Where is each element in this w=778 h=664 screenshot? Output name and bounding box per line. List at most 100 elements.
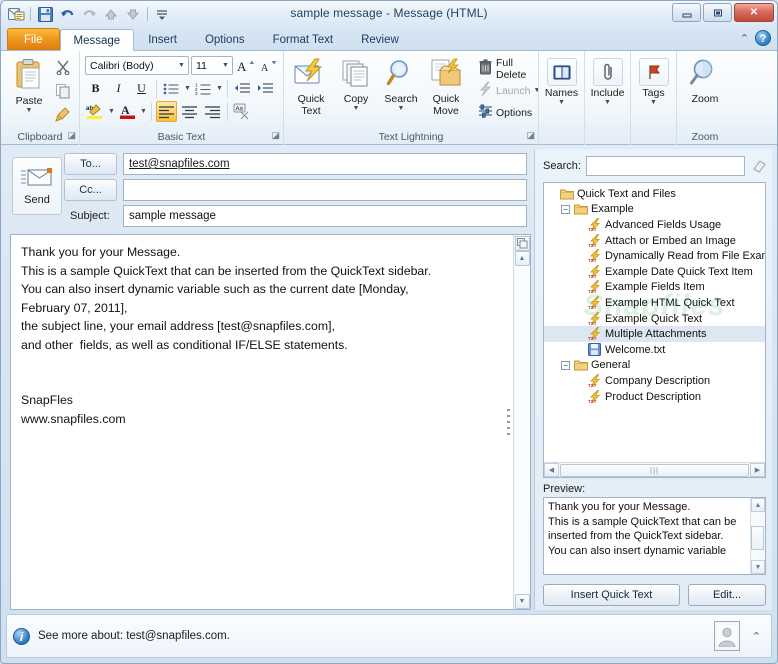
tree-expander-icon[interactable]: −: [561, 360, 570, 370]
tab-insert[interactable]: Insert: [134, 28, 191, 50]
copy-quicktext-button[interactable]: Copy ▼: [334, 55, 378, 115]
tree-item[interactable]: TXT Example HTML Quick Text: [544, 295, 765, 311]
contact-avatar[interactable]: [713, 621, 740, 651]
tree-item[interactable]: TXT Product Description: [544, 389, 765, 405]
tab-file[interactable]: File: [7, 28, 60, 50]
numbering-button[interactable]: 123: [193, 78, 214, 99]
tags-button[interactable]: Tags ▼: [632, 55, 676, 109]
tree-item[interactable]: Quick Text and Files: [544, 186, 765, 202]
subject-input[interactable]: sample message: [123, 205, 527, 227]
include-dropdown-icon[interactable]: ▼: [604, 99, 611, 106]
align-center-button[interactable]: [179, 101, 200, 122]
close-button[interactable]: ✕: [734, 3, 774, 22]
clear-formatting-button[interactable]: Aa: [232, 101, 253, 122]
bold-button[interactable]: B: [85, 78, 106, 99]
font-name-combo[interactable]: Calibri (Body) ▼: [85, 56, 189, 75]
grow-font-button[interactable]: A: [235, 55, 256, 76]
paste-dropdown-icon[interactable]: ▼: [26, 107, 33, 114]
include-button[interactable]: Include ▼: [586, 55, 630, 109]
tree-item[interactable]: − Example: [544, 202, 765, 218]
bullets-dropdown-icon[interactable]: ▼: [184, 85, 191, 92]
paste-button[interactable]: Paste ▼: [7, 55, 51, 117]
numbering-dropdown-icon[interactable]: ▼: [216, 85, 223, 92]
quicktext-tree[interactable]: Snapfiles Quick Text and Files − Example TX…: [543, 182, 766, 478]
increase-indent-button[interactable]: [255, 78, 276, 99]
scroll-down-button[interactable]: ▼: [514, 594, 530, 609]
body-vertical-scrollbar[interactable]: ▲ ▼: [513, 235, 530, 609]
to-input[interactable]: test@snapfiles.com: [123, 153, 527, 175]
font-size-combo[interactable]: 11 ▼: [191, 56, 233, 75]
scroll-up-button[interactable]: ▲: [514, 251, 530, 266]
tree-scroll-right-button[interactable]: ▶: [750, 463, 765, 477]
font-name-dropdown-icon[interactable]: ▼: [175, 62, 188, 69]
tab-review[interactable]: Review: [347, 28, 413, 50]
search-quicktext-button[interactable]: Search ▼: [379, 55, 423, 115]
tree-item[interactable]: TXT Example Date Quick Text Item: [544, 264, 765, 280]
tree-item[interactable]: − General: [544, 358, 765, 374]
launch-button[interactable]: Launch ▼: [474, 80, 544, 101]
italic-button[interactable]: I: [108, 78, 129, 99]
preview-scroll-thumb[interactable]: [751, 526, 764, 550]
highlight-dropdown-icon[interactable]: ▼: [108, 108, 115, 115]
restore-button[interactable]: [703, 3, 732, 22]
text-highlight-button[interactable]: ab: [85, 101, 106, 122]
clipboard-dialog-launcher-icon[interactable]: ◪: [67, 127, 76, 143]
tree-item[interactable]: Welcome.txt: [544, 342, 765, 358]
collapse-ribbon-icon[interactable]: ⌃: [740, 32, 749, 45]
copy-quicktext-dropdown-icon[interactable]: ▼: [353, 105, 360, 112]
quick-move-button[interactable]: Quick Move: [424, 55, 468, 120]
status-expand-icon[interactable]: ⌃: [748, 630, 765, 643]
search-quicktext-dropdown-icon[interactable]: ▼: [398, 105, 405, 112]
text-lightning-dialog-launcher-icon[interactable]: ◪: [526, 127, 535, 143]
tree-item[interactable]: TXT Company Description: [544, 373, 765, 389]
shrink-font-button[interactable]: A: [258, 55, 279, 76]
tags-dropdown-icon[interactable]: ▼: [650, 99, 657, 106]
edit-button[interactable]: Edit...: [688, 584, 766, 606]
insert-quick-text-button[interactable]: Insert Quick Text: [543, 584, 680, 606]
names-dropdown-icon[interactable]: ▼: [558, 99, 565, 106]
tree-item[interactable]: TXT Dynamically Read from File Exam: [544, 248, 765, 264]
search-input[interactable]: [585, 156, 745, 176]
tab-options[interactable]: Options: [191, 28, 259, 50]
pane-splitter-handle[interactable]: [507, 409, 511, 435]
tree-item[interactable]: TXT Multiple Attachments: [544, 326, 765, 342]
tree-expander-icon[interactable]: −: [561, 204, 570, 214]
to-button[interactable]: To...: [64, 153, 117, 175]
basic-text-dialog-launcher-icon[interactable]: ◪: [271, 127, 280, 143]
preview-vertical-scrollbar[interactable]: ▲ ▼: [750, 498, 765, 574]
minimize-button[interactable]: [672, 3, 701, 22]
tab-message[interactable]: Message: [59, 29, 135, 51]
cc-input[interactable]: [123, 179, 527, 201]
tree-item[interactable]: TXT Example Quick Text: [544, 311, 765, 327]
font-color-button[interactable]: A: [117, 101, 138, 122]
quick-text-button[interactable]: Quick Text: [289, 55, 333, 120]
preview-scroll-up-button[interactable]: ▲: [751, 498, 765, 512]
full-delete-button[interactable]: Full Delete: [474, 57, 544, 81]
tree-item[interactable]: TXT Example Fields Item: [544, 280, 765, 296]
preview-scroll-track[interactable]: [751, 512, 765, 560]
decrease-indent-button[interactable]: [232, 78, 253, 99]
tree-item[interactable]: TXT Advanced Fields Usage: [544, 217, 765, 233]
split-window-box[interactable]: [514, 236, 530, 251]
font-size-dropdown-icon[interactable]: ▼: [219, 62, 232, 69]
body-scroll-track[interactable]: [514, 266, 530, 594]
font-color-dropdown-icon[interactable]: ▼: [140, 108, 147, 115]
tree-horizontal-scrollbar[interactable]: ◀ ||| ▶: [544, 462, 765, 477]
tree-scroll-thumb[interactable]: |||: [560, 463, 749, 477]
eraser-icon[interactable]: [750, 158, 766, 174]
copy-button[interactable]: [51, 82, 75, 103]
send-button[interactable]: Send: [12, 157, 62, 215]
tab-format-text[interactable]: Format Text: [259, 28, 348, 50]
bullets-button[interactable]: [161, 78, 182, 99]
zoom-button[interactable]: Zoom: [683, 55, 727, 108]
options-button[interactable]: Options: [474, 102, 544, 123]
align-right-button[interactable]: [202, 101, 223, 122]
format-painter-button[interactable]: [51, 106, 75, 127]
message-body-input[interactable]: Thank you for your Message. This is a sa…: [11, 235, 513, 609]
help-icon[interactable]: ?: [755, 30, 771, 46]
cut-button[interactable]: [51, 58, 75, 79]
underline-button[interactable]: U: [131, 78, 152, 99]
preview-scroll-down-button[interactable]: ▼: [751, 560, 765, 574]
names-button[interactable]: Names ▼: [540, 55, 584, 109]
cc-button[interactable]: Cc...: [64, 179, 117, 201]
